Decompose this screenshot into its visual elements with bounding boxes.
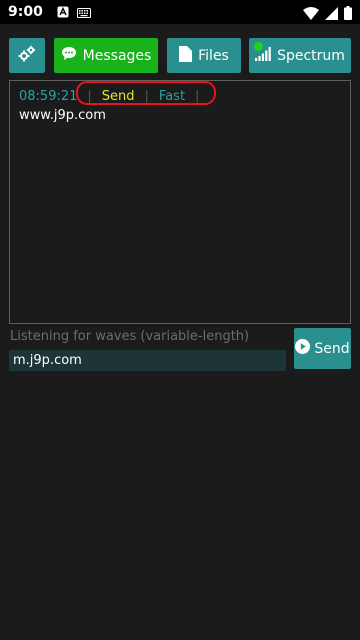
tab-spectrum-label: Spectrum (277, 47, 345, 64)
toolbar: Messages Files Spectrum (9, 38, 351, 74)
message-input[interactable] (9, 350, 286, 371)
keyboard-icon (76, 3, 91, 22)
message-timestamp: 08:59:21 (19, 89, 78, 104)
status-dot-icon (254, 42, 263, 51)
tab-messages[interactable]: Messages (54, 38, 158, 73)
file-icon (179, 45, 198, 66)
tab-files[interactable]: Files (167, 38, 241, 73)
message-text: www.j9p.com (19, 108, 106, 123)
settings-button[interactable] (9, 38, 45, 73)
send-button-label: Send (314, 340, 350, 357)
tab-messages-label: Messages (82, 47, 152, 64)
battery-icon (344, 5, 352, 24)
a-badge-icon (57, 6, 69, 18)
play-circle-icon (295, 339, 314, 358)
highlight-annotation (76, 81, 216, 105)
status-bar: 9:00 (0, 0, 360, 24)
status-time: 9:00 (8, 4, 43, 20)
listening-status-label: Listening for waves (variable-length) (10, 329, 250, 344)
tab-files-label: Files (198, 47, 229, 64)
signal-icon (325, 5, 338, 24)
message-log[interactable]: 08:59:21 | Send | Fast | www.j9p.com (9, 80, 351, 324)
tab-spectrum[interactable]: Spectrum (249, 38, 351, 73)
chat-bubble-icon (61, 46, 83, 65)
wifi-icon (303, 5, 319, 24)
send-button[interactable]: Send (294, 328, 351, 369)
gears-icon (18, 45, 36, 67)
